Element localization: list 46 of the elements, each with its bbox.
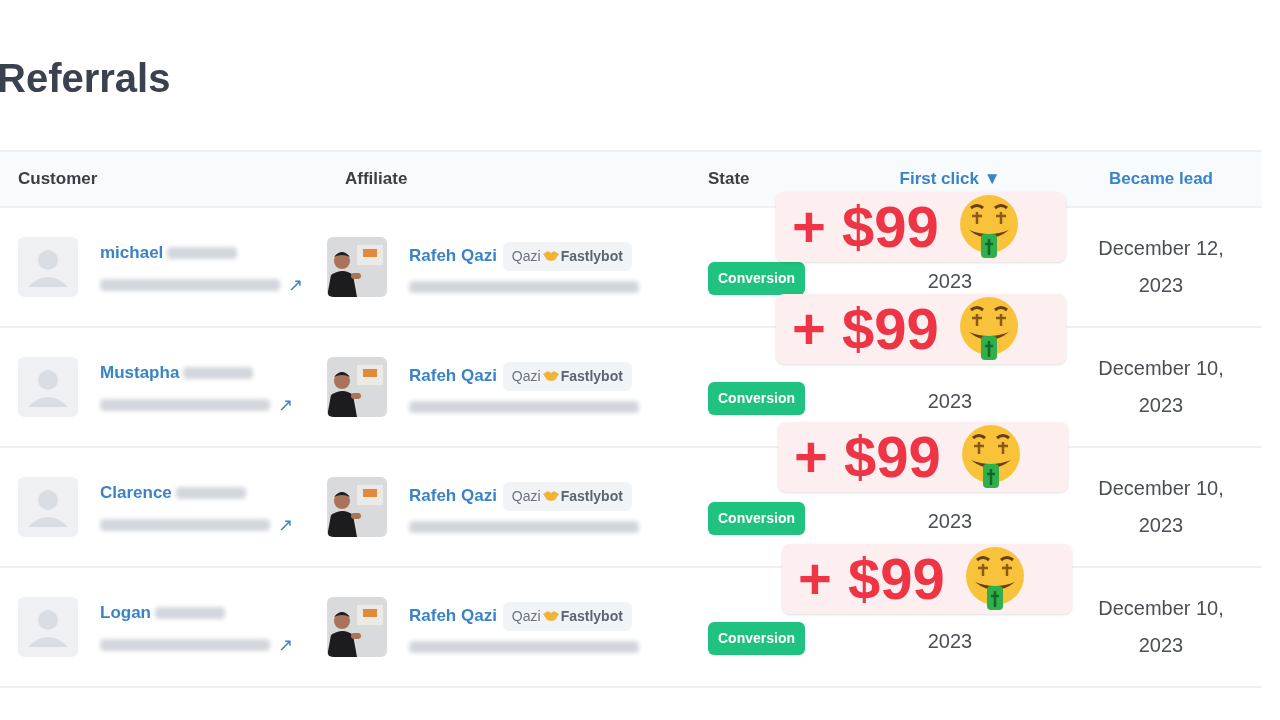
first-click-date: 2023 (927, 629, 973, 654)
external-link-icon[interactable]: ↗ (278, 395, 293, 414)
customer-name[interactable]: Logan (100, 600, 151, 626)
column-header[interactable]: First click ▼ (899, 166, 1001, 192)
customer-name[interactable]: Clarence (100, 480, 172, 506)
blurred-redaction (167, 247, 238, 259)
customer-name[interactable]: michael (100, 240, 164, 266)
affiliate-name[interactable]: Rafeh Qazi (409, 243, 497, 269)
state-badge: Conversion (708, 261, 805, 295)
became-lead-date: December 10, 2023 (1097, 356, 1225, 418)
bonus-amount: + $99 (792, 300, 939, 358)
avatar-placeholder-icon (18, 357, 78, 417)
became-lead-date: December 10, 2023 (1097, 476, 1225, 538)
affiliate-tag: Qazi Fastlybot (502, 241, 632, 271)
avatar-placeholder-icon (18, 477, 78, 537)
first-click-date: 2023 (927, 269, 973, 294)
bonus-amount: + $99 (792, 198, 939, 256)
affiliate-tag: Qazi Fastlybot (502, 601, 632, 631)
blurred-redaction (175, 487, 246, 499)
column-header[interactable]: Became lead (1109, 166, 1213, 192)
became-lead-date: December 10, 2023 (1097, 596, 1225, 658)
external-link-icon[interactable]: ↗ (278, 635, 293, 654)
state-badge: Conversion (708, 381, 805, 415)
affiliate-name[interactable]: Rafeh Qazi (409, 363, 497, 389)
first-click-date: 2023 (927, 389, 973, 414)
affiliate-name[interactable]: Rafeh Qazi (409, 603, 497, 629)
column-header: State (708, 168, 750, 191)
blurred-redaction (183, 367, 254, 379)
first-click-date: 2023 (927, 509, 973, 534)
avatar-placeholder-icon (18, 597, 78, 657)
affiliate-tag: Qazi Fastlybot (502, 481, 632, 511)
state-badge: Conversion (708, 621, 805, 655)
bonus-amount: + $99 (794, 428, 941, 486)
column-header: Customer (18, 168, 98, 191)
state-badge: Conversion (708, 501, 805, 535)
bonus-amount: + $99 (798, 550, 945, 608)
external-link-icon[interactable]: ↗ (288, 275, 303, 294)
column-header: Affiliate (345, 168, 408, 191)
affiliate-tag: Qazi Fastlybot (502, 361, 632, 391)
customer-name[interactable]: Mustapha (100, 360, 180, 386)
blurred-redaction (155, 607, 225, 619)
affiliate-name[interactable]: Rafeh Qazi (409, 483, 497, 509)
external-link-icon[interactable]: ↗ (278, 515, 293, 534)
became-lead-date: December 12, 2023 (1097, 236, 1225, 298)
page-title: Referrals (0, 55, 171, 102)
avatar-placeholder-icon (18, 237, 78, 297)
